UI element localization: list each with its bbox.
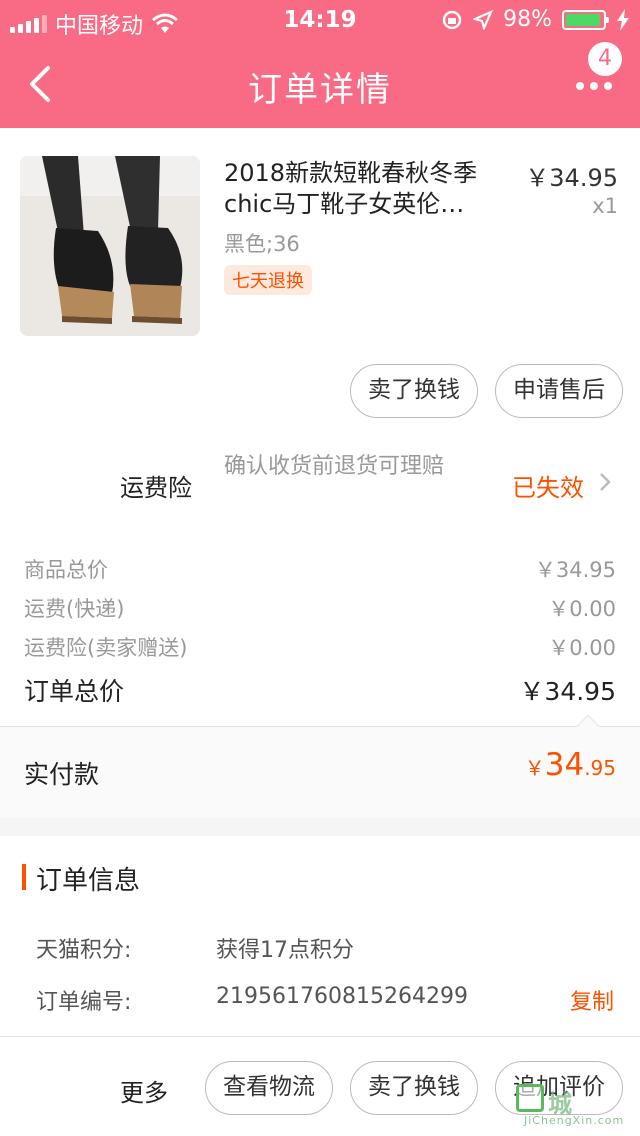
status-bar: 中国移动 14:19 98%	[0, 0, 640, 40]
points-label: 天猫积分:	[36, 938, 132, 963]
insurance-status: 已失效	[512, 474, 584, 502]
copy-button[interactable]: 复制	[570, 984, 614, 1016]
amount-paid-row: 实付款 ￥34.95	[0, 714, 640, 818]
product-price: ￥34.95	[525, 164, 618, 192]
order-total-label: 订单总价	[24, 677, 125, 706]
summary-row-goods: 商品总价 ￥34.95	[24, 558, 616, 582]
page-title: 订单详情	[248, 70, 392, 110]
location-icon	[473, 9, 494, 30]
nav-bar: 订单详情 4	[0, 40, 640, 128]
more-label: 更多	[120, 1079, 168, 1107]
amount-paid-label: 实付款	[24, 760, 100, 789]
price-summary: 商品总价 ￥34.95 运费(快递) ￥0.00 运费险(卖家赠送) ￥0.00 订单…	[0, 530, 640, 726]
insurance-description: 确认收货前退货可理赔	[224, 454, 445, 479]
battery-icon	[562, 9, 609, 30]
product-card: 2018新款短靴春秋冬季chic马丁靴子女英伦… ￥34.95 x1 黑色;36…	[0, 128, 640, 438]
order-number-value: 2195617608152642​99	[216, 984, 468, 1009]
summary-row-shipping: 运费(快递) ￥0.00	[24, 597, 616, 621]
insurance-label: 运费险	[120, 474, 192, 502]
return-policy-tag: 七天退换	[224, 265, 312, 295]
shipping-insurance-row[interactable]: 运费险 确认收货前退货可理赔 已失效	[0, 438, 640, 530]
points-value: 获得17点积分	[216, 938, 354, 963]
battery-percent: 98%	[503, 7, 552, 32]
summary-row-insurance: 运费险(卖家赠送) ￥0.00	[24, 636, 616, 660]
charging-icon	[617, 8, 629, 31]
chevron-right-icon	[600, 473, 611, 491]
header: 中国移动 14:19 98% 订单详情 4	[0, 0, 640, 128]
resell-button-bottom[interactable]: 卖了换钱	[350, 1061, 478, 1115]
order-info-heading: 订单信息	[36, 866, 141, 896]
product-sku: 黑色;36	[224, 232, 300, 256]
product-name[interactable]: 2018新款短靴春秋冬季chic马丁靴子女英伦…	[224, 158, 504, 220]
amount-paid-value: ￥34.95	[524, 747, 616, 783]
watermark: 城 JiChengXin.com	[516, 1084, 634, 1128]
view-logistics-button[interactable]: 查看物流	[205, 1061, 333, 1115]
notification-badge: 4	[588, 42, 622, 76]
order-info-section: 订单信息 天猫积分: 获得17点积分 订单编号: 219561760815264…	[0, 836, 640, 1036]
product-image[interactable]	[20, 156, 200, 336]
product-quantity: x1	[592, 194, 618, 218]
after-sales-button[interactable]: 申请售后	[495, 364, 623, 418]
order-total-value: ￥34.95	[519, 677, 616, 706]
watermark-logo-icon	[516, 1084, 544, 1112]
order-total-row: 订单总价 ￥34.95	[24, 672, 616, 708]
order-number-label: 订单编号:	[36, 990, 132, 1015]
resell-button[interactable]: 卖了换钱	[350, 364, 478, 418]
rotation-lock-icon	[442, 10, 462, 29]
